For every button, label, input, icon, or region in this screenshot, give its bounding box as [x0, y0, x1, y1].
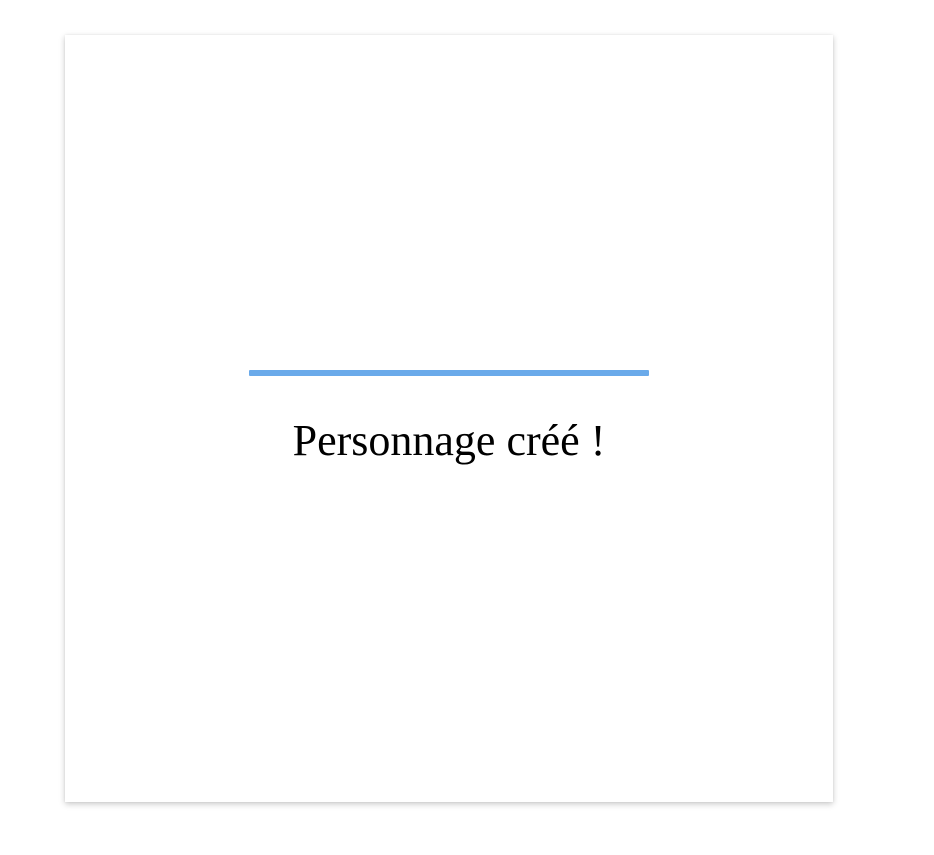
progress-bar-fill — [249, 370, 649, 376]
progress-bar — [249, 370, 649, 376]
success-message: Personnage créé ! — [292, 416, 606, 465]
creation-dialog: Personnage créé ! — [65, 35, 833, 802]
